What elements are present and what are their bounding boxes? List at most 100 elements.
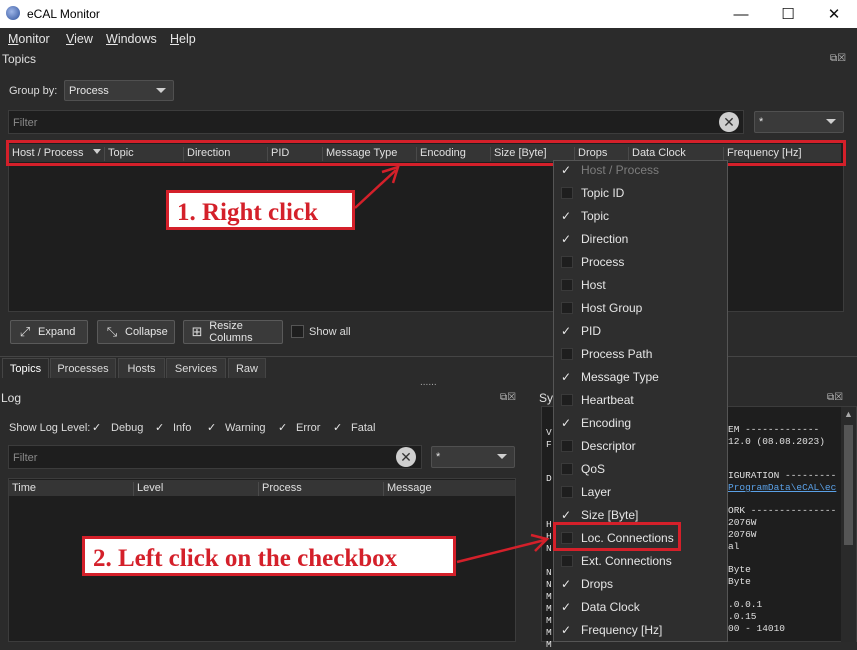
check-icon[interactable]: ✓ <box>561 232 573 246</box>
menu-item-pid[interactable]: ✓ PID <box>554 320 727 343</box>
expand-label: Expand <box>38 326 76 338</box>
check-icon[interactable]: ✓ <box>561 209 573 223</box>
menu-help[interactable]: Help <box>170 32 196 46</box>
close-button[interactable]: ✕ <box>811 0 857 28</box>
maximize-button[interactable]: ☐ <box>765 0 811 28</box>
check-icon[interactable]: ✓ <box>561 577 573 591</box>
log-col-time[interactable]: Time <box>9 482 134 496</box>
unchecked-box-icon[interactable] <box>561 302 573 314</box>
menu-item-topic[interactable]: ✓ Topic <box>554 205 727 228</box>
log-col-process[interactable]: Process <box>259 482 384 496</box>
log-filter-input[interactable]: Filter ✕ <box>8 445 422 469</box>
menu-item-process-path[interactable]: Process Path <box>554 343 727 366</box>
topics-filter-combo[interactable]: * <box>754 111 844 133</box>
menu-item-message-type[interactable]: ✓ Message Type <box>554 366 727 389</box>
tab-processes[interactable]: Processes <box>50 358 116 378</box>
scrollbar-thumb[interactable] <box>844 425 853 545</box>
menu-item-ext-connections[interactable]: Ext. Connections <box>554 550 727 573</box>
tab-hosts[interactable]: Hosts <box>118 358 165 378</box>
system-line-3[interactable]: ProgramData\eCAL\ec <box>728 482 836 493</box>
system-line-0: EM ------------- <box>728 424 820 435</box>
dock-float-close-icon[interactable]: ⧉☒ <box>500 392 516 403</box>
menu-item-encoding[interactable]: ✓ Encoding <box>554 412 727 435</box>
menu-item-label: PID <box>581 324 602 338</box>
level-warning-label: Warning <box>225 422 266 434</box>
menu-item-process[interactable]: Process <box>554 251 727 274</box>
expand-button[interactable]: ⤢ Expand <box>10 320 88 344</box>
menu-item-data-clock[interactable]: ✓ Data Clock <box>554 596 727 619</box>
log-col-level[interactable]: Level <box>134 482 259 496</box>
app-icon <box>6 6 20 20</box>
unchecked-box-icon[interactable] <box>561 486 573 498</box>
group-by-label: Group by: <box>9 85 58 97</box>
unchecked-box-icon[interactable] <box>561 440 573 452</box>
show-all-checkbox[interactable] <box>291 325 304 338</box>
check-icon[interactable]: ✓ <box>561 508 573 522</box>
menu-item-drops[interactable]: ✓ Drops <box>554 573 727 596</box>
system-dock-title: Sy <box>539 391 554 405</box>
unchecked-box-icon[interactable] <box>561 348 573 360</box>
log-filter-combo[interactable]: * <box>431 446 515 468</box>
system-scrollbar[interactable]: ▲ <box>841 407 856 642</box>
menu-windows[interactable]: Windows <box>106 32 157 46</box>
splitter-handle[interactable]: ...... <box>420 377 437 388</box>
unchecked-box-icon[interactable] <box>561 463 573 475</box>
menu-monitor[interactable]: Monitor <box>8 32 50 46</box>
menu-item-host[interactable]: Host <box>554 274 727 297</box>
menu-item-frequency-hz[interactable]: ✓ Frequency [Hz] <box>554 619 727 642</box>
group-by-combo[interactable]: Process <box>64 80 174 101</box>
check-icon[interactable]: ✓ <box>561 324 573 338</box>
topics-filter-input[interactable]: Filter ✕ <box>8 110 744 134</box>
system-line-11: .0.15 <box>728 611 757 622</box>
log-col-message[interactable]: Message <box>384 482 515 496</box>
check-icon[interactable]: ✓ <box>333 421 342 434</box>
menu-item-topic-id[interactable]: Topic ID <box>554 182 727 205</box>
scroll-up-icon[interactable]: ▲ <box>844 409 853 419</box>
clear-icon[interactable]: ✕ <box>719 112 739 132</box>
check-icon[interactable]: ✓ <box>155 421 164 434</box>
check-icon[interactable]: ✓ <box>207 421 216 434</box>
topics-filter-placeholder: Filter <box>13 117 38 129</box>
tab-raw[interactable]: Raw <box>228 358 266 378</box>
menu-item-heartbeat[interactable]: Heartbeat <box>554 389 727 412</box>
menu-item-host-group[interactable]: Host Group <box>554 297 727 320</box>
unchecked-box-icon[interactable] <box>561 256 573 268</box>
log-filter-combo-value: * <box>436 451 441 463</box>
collapse-button[interactable]: ⤡ Collapse <box>97 320 175 344</box>
check-icon[interactable]: ✓ <box>561 600 573 614</box>
check-icon[interactable]: ✓ <box>92 421 101 434</box>
unchecked-box-icon[interactable] <box>561 187 573 199</box>
dock-float-close-icon[interactable]: ⧉☒ <box>830 53 846 64</box>
clear-icon[interactable]: ✕ <box>396 447 416 467</box>
menu-item-qos[interactable]: QoS <box>554 458 727 481</box>
menu-item-label: Process Path <box>581 347 653 361</box>
menu-bar: Monitor View Windows Help <box>0 28 857 50</box>
resize-columns-button[interactable]: ⊞ Resize Columns <box>183 320 283 344</box>
unchecked-box-icon[interactable] <box>561 555 573 567</box>
tab-topics[interactable]: Topics <box>2 358 49 378</box>
check-icon[interactable]: ✓ <box>278 421 287 434</box>
menu-item-label: Host / Process <box>581 163 660 177</box>
unchecked-box-icon[interactable] <box>561 394 573 406</box>
window-title: eCAL Monitor <box>27 7 100 21</box>
level-fatal-label: Fatal <box>351 422 376 434</box>
tab-services[interactable]: Services <box>166 358 226 378</box>
system-line-4: ORK --------------- <box>728 505 837 516</box>
menu-view[interactable]: View <box>66 32 93 46</box>
menu-item-layer[interactable]: Layer <box>554 481 727 504</box>
system-line-5: 2076W <box>728 517 757 528</box>
check-icon[interactable]: ✓ <box>561 623 573 637</box>
expand-icon: ⤢ <box>19 324 31 339</box>
check-icon[interactable]: ✓ <box>561 416 573 430</box>
log-table-header: Time Level Process Message <box>9 480 515 496</box>
log-dock-header: Log ⧉☒ <box>0 390 525 408</box>
menu-item-direction[interactable]: ✓ Direction <box>554 228 727 251</box>
resize-columns-icon: ⊞ <box>191 324 203 339</box>
menu-item-label: Ext. Connections <box>581 554 672 568</box>
check-icon[interactable]: ✓ <box>561 370 573 384</box>
dock-float-close-icon[interactable]: ⧉☒ <box>827 392 843 403</box>
minimize-button[interactable]: — <box>718 0 764 28</box>
check-icon[interactable]: ✓ <box>561 163 573 177</box>
unchecked-box-icon[interactable] <box>561 279 573 291</box>
menu-item-descriptor[interactable]: Descriptor <box>554 435 727 458</box>
